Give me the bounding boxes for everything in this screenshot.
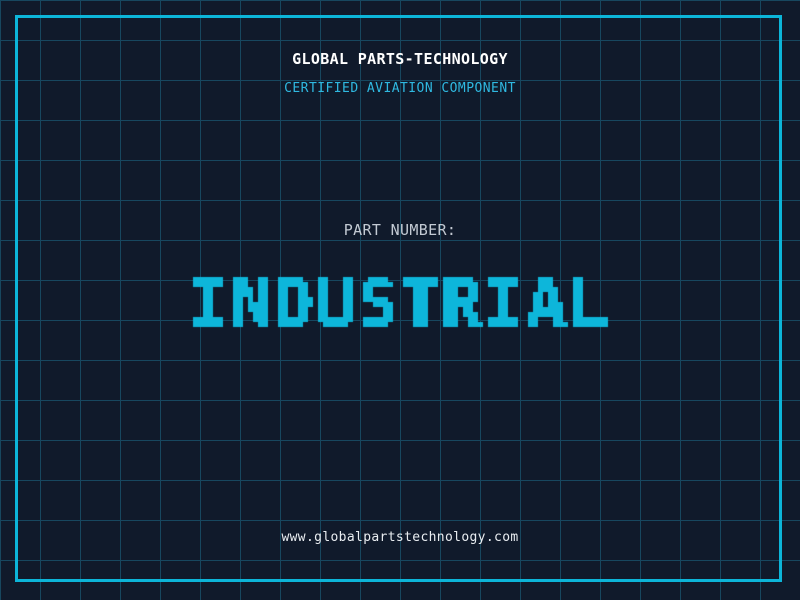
certification-tagline: CERTIFIED AVIATION COMPONENT (284, 81, 516, 96)
part-number-label: PART NUMBER: (343, 221, 457, 239)
website-url: www.globalpartstechnology.com (281, 530, 519, 545)
pixel-text-canvas (182, 252, 618, 352)
company-name: GLOBAL PARTS-TECHNOLOGY (292, 50, 508, 68)
part-number-value: INDUSTRIAL (0, 252, 800, 352)
certificate-page: GLOBAL PARTS-TECHNOLOGY CERTIFIED AVIATI… (0, 0, 800, 600)
